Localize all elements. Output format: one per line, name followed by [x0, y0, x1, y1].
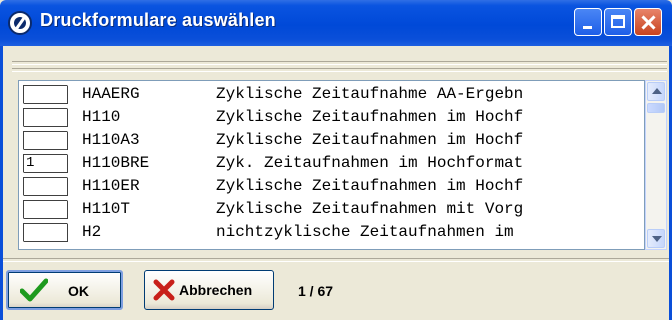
- order-field[interactable]: [23, 108, 68, 127]
- ok-button[interactable]: OK: [6, 270, 123, 310]
- form-description: Zyklische Zeitaufnahmen im Hochf: [216, 177, 524, 195]
- list-item[interactable]: HAAERG Zyklische Zeitaufnahme AA-Ergebn: [19, 83, 619, 106]
- app-icon[interactable]: [8, 11, 32, 35]
- ok-label: OK: [68, 283, 89, 299]
- form-code: H110ER: [82, 177, 140, 195]
- cancel-label: Abbrechen: [179, 282, 253, 298]
- form-description: Zyklische Zeitaufnahmen mit Vorg: [216, 200, 524, 218]
- maximize-button[interactable]: [604, 8, 632, 36]
- form-description: nichtzyklische Zeitaufnahmen im: [216, 223, 524, 241]
- footer-separator: [3, 258, 669, 262]
- list-item[interactable]: 1 H110BRE Zyk. Zeitaufnahmen im Hochform…: [19, 152, 619, 175]
- header-separator: [12, 68, 667, 72]
- form-code: H110BRE: [82, 154, 150, 172]
- order-field[interactable]: 1: [23, 154, 68, 173]
- form-list[interactable]: HAAERG Zyklische Zeitaufnahme AA-Ergebn …: [18, 80, 645, 250]
- order-field[interactable]: [23, 131, 68, 150]
- form-description: Zyklische Zeitaufnahmen im Hochf: [216, 131, 524, 149]
- form-code: HAAERG: [82, 85, 140, 103]
- order-field[interactable]: [23, 177, 68, 196]
- window-border-left: [0, 46, 3, 320]
- title-bar[interactable]: Druckformulare auswählen: [0, 0, 672, 46]
- form-code: H110: [82, 108, 121, 126]
- order-field[interactable]: [23, 200, 68, 219]
- form-code: H110T: [82, 200, 131, 218]
- form-code: H110A3: [82, 131, 140, 149]
- scroll-thumb[interactable]: [647, 103, 665, 113]
- record-counter: 1 / 67: [298, 283, 334, 299]
- order-field[interactable]: [23, 85, 68, 104]
- close-button[interactable]: [634, 8, 662, 36]
- list-item[interactable]: H2 nichtzyklische Zeitaufnahmen im: [19, 221, 619, 244]
- list-item[interactable]: H110 Zyklische Zeitaufnahmen im Hochf: [19, 106, 619, 129]
- minimize-button[interactable]: [574, 8, 602, 36]
- window-title: Druckformulare auswählen: [40, 10, 276, 30]
- list-item[interactable]: H110T Zyklische Zeitaufnahmen mit Vorg: [19, 198, 619, 221]
- check-icon: [20, 278, 48, 302]
- scroll-down-icon[interactable]: [647, 229, 665, 248]
- list-item[interactable]: H110A3 Zyklische Zeitaufnahmen im Hochf: [19, 129, 619, 152]
- x-icon: [153, 279, 175, 301]
- vertical-scrollbar[interactable]: [645, 80, 667, 250]
- form-description: Zyk. Zeitaufnahmen im Hochformat: [216, 154, 524, 172]
- form-description: Zyklische Zeitaufnahme AA-Ergebn: [216, 85, 524, 103]
- cancel-button[interactable]: Abbrechen: [144, 270, 274, 310]
- order-field[interactable]: [23, 223, 68, 242]
- header-separator: [12, 61, 667, 65]
- form-description: Zyklische Zeitaufnahmen im Hochf: [216, 108, 524, 126]
- scroll-up-icon[interactable]: [647, 82, 665, 101]
- list-item[interactable]: H110ER Zyklische Zeitaufnahmen im Hochf: [19, 175, 619, 198]
- form-code: H2: [82, 223, 102, 241]
